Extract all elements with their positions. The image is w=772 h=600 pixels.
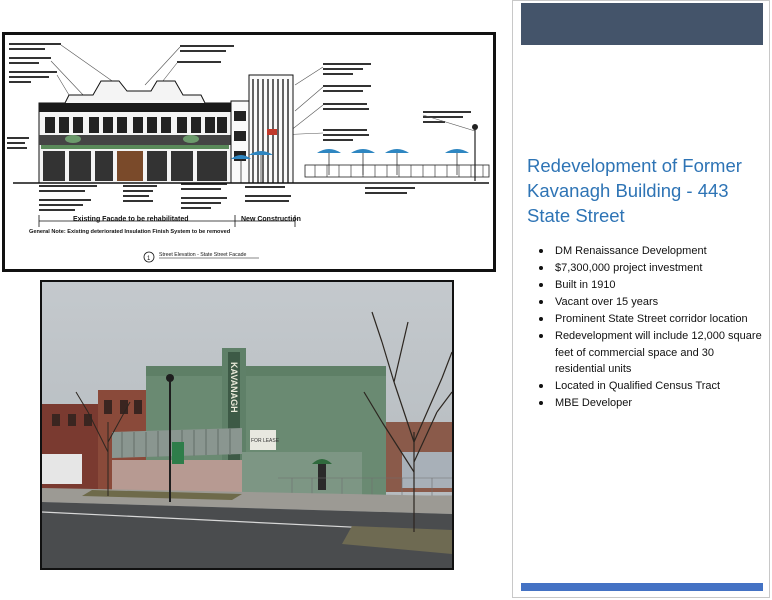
bullet-item: Located in Qualified Census Tract [535, 378, 763, 395]
drawing-title: Street Elevation - State Street Facade [159, 252, 246, 258]
footer-band [521, 583, 763, 591]
drawing-number: 1 [147, 256, 151, 262]
header-band [521, 3, 763, 45]
bullet-list: DM Renaissance Development $7,300,000 pr… [535, 243, 763, 412]
new-construction-building [230, 74, 294, 184]
slide-title: Redevelopment of Former Kavanagh Buildin… [527, 155, 742, 226]
bullet-item: $7,300,000 project investment [535, 260, 763, 277]
kavanagh-vertical-sign: KAVANAGH [229, 362, 239, 413]
info-panel: Redevelopment of Former Kavanagh Buildin… [512, 0, 770, 598]
bullet-item: DM Renaissance Development [535, 243, 763, 260]
bullet-item: MBE Developer [535, 395, 763, 412]
existing-facade-label: Existing Facade to be rehabilitated [73, 216, 189, 223]
bullet-item: Built in 1910 [535, 277, 763, 294]
for-lease-sign: FOR LEASE [251, 438, 280, 444]
new-construction-label: New Construction [241, 216, 301, 223]
bullet-item: Vacant over 15 years [535, 294, 763, 311]
building-photo: KAVANAGH FOR LEASE [40, 280, 454, 570]
bullet-item: Prominent State Street corridor location [535, 311, 763, 328]
existing-building [38, 80, 232, 184]
elevation-svg: Existing Facade to be rehabilitated New … [7, 43, 490, 263]
elevation-drawing: Existing Facade to be rehabilitated New … [2, 32, 496, 272]
general-note: General Note: Existing deteriorated Insu… [29, 229, 231, 235]
bullet-item: Redevelopment will include 12,000 square… [535, 328, 763, 378]
photo-svg: KAVANAGH FOR LEASE [42, 282, 452, 568]
